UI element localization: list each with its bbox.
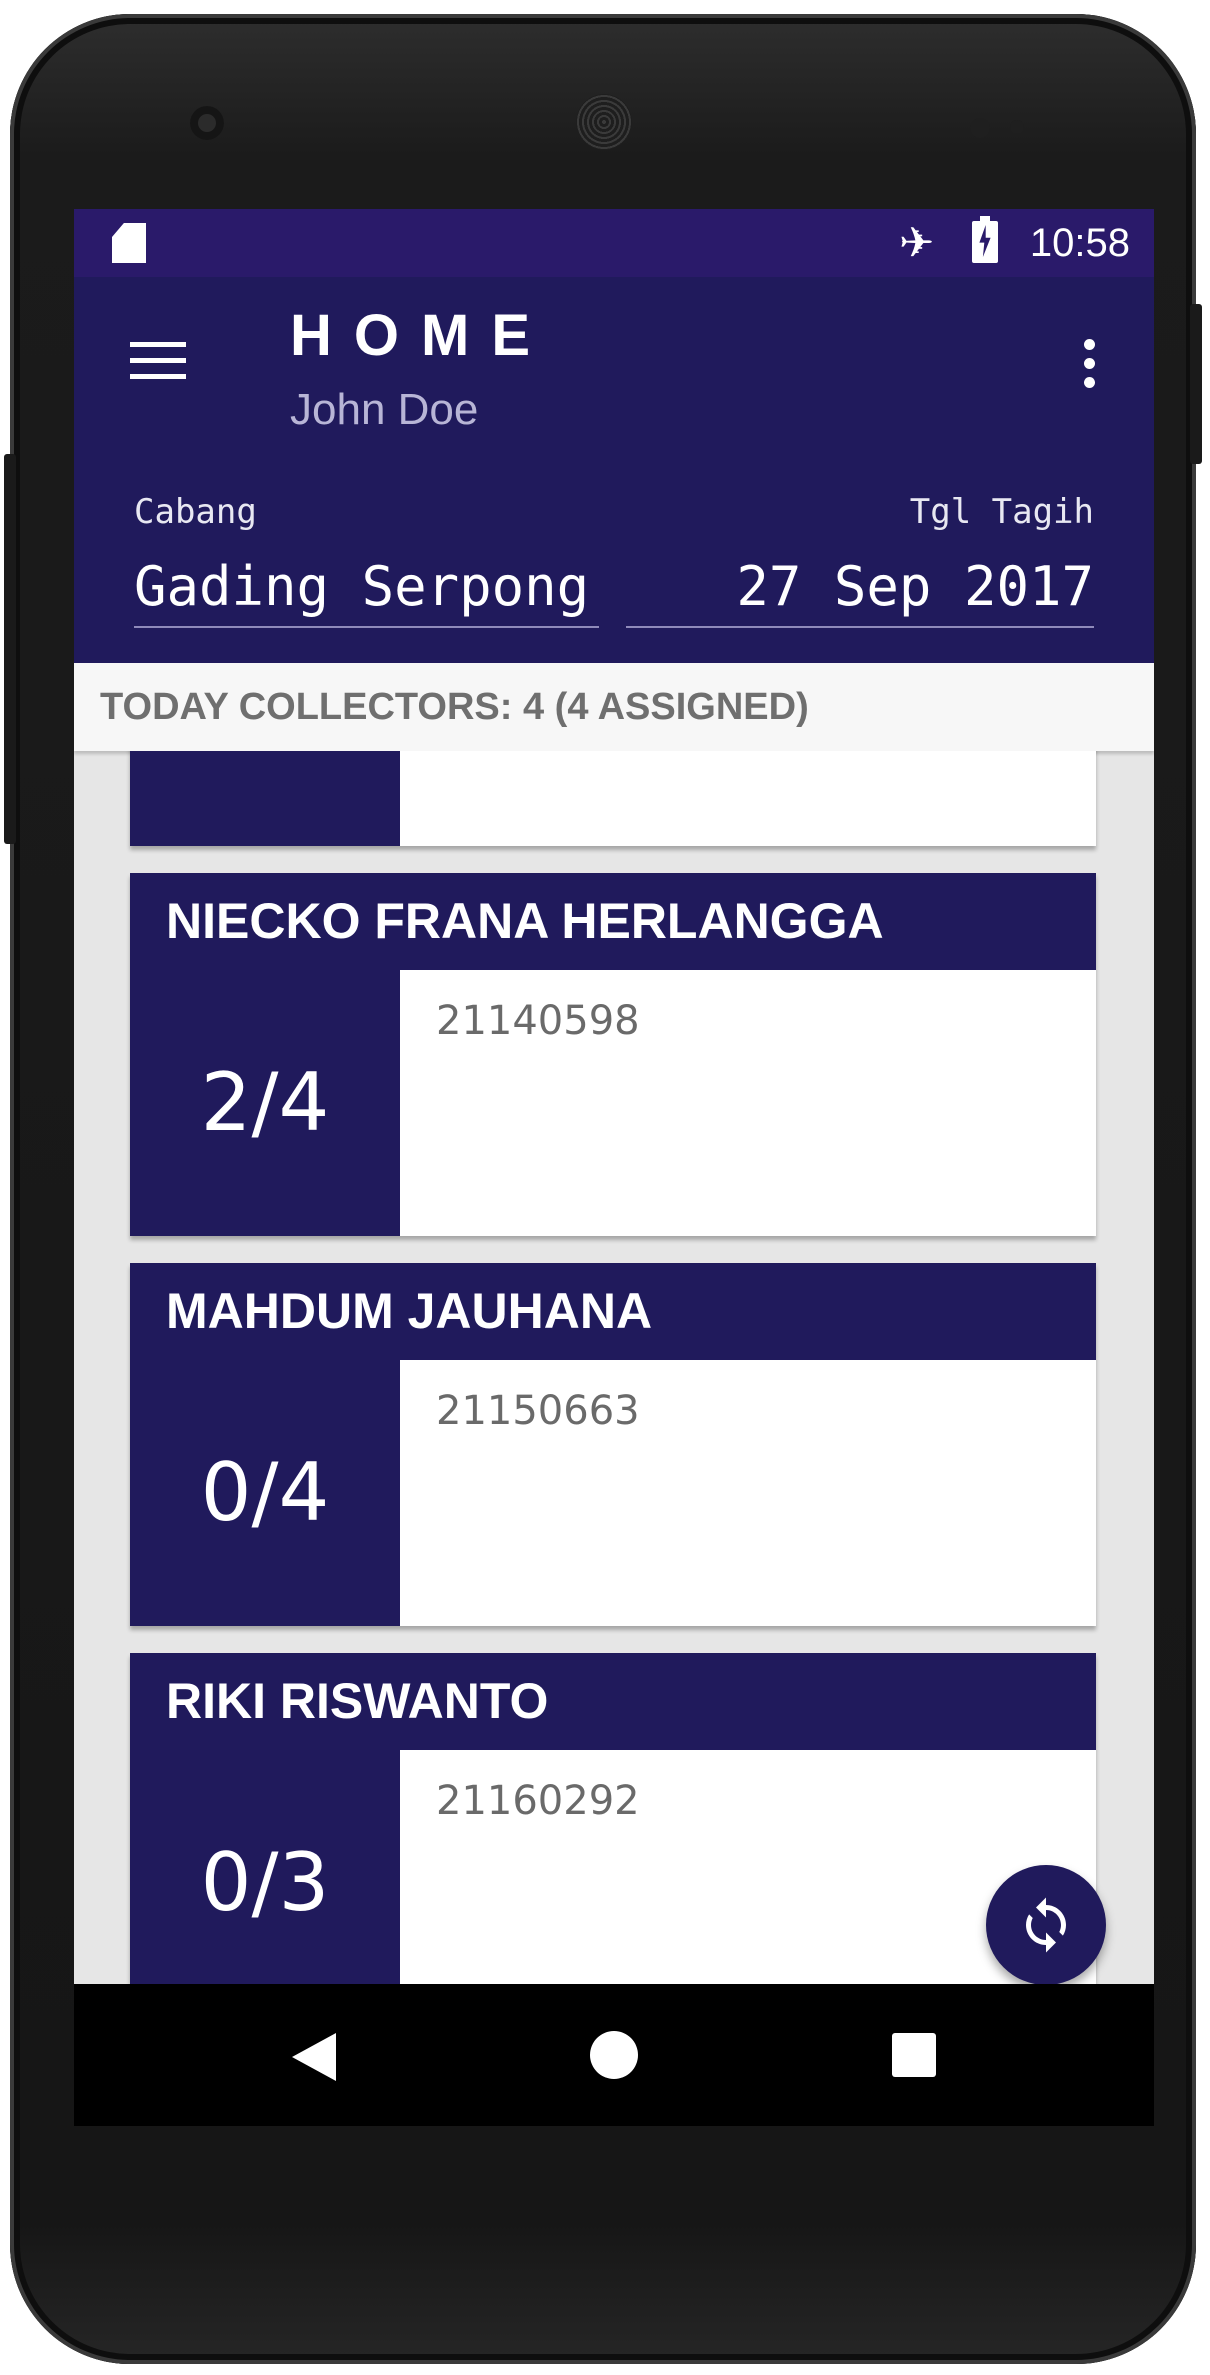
power-button — [1190, 304, 1202, 464]
date-label: Tgl Tagih — [909, 492, 1094, 532]
earpiece-speaker-icon — [576, 94, 632, 150]
collector-progress: 0/4 — [130, 1360, 400, 1626]
phone-frame: ✈ 10:58 HOME John Doe Cabang Gading Serp… — [4, 14, 1202, 2364]
contract-number: 21150663 — [436, 1388, 640, 1434]
airplane-icon: ✈ — [899, 219, 935, 266]
collector-card[interactable]: RIKI RISWANTO 0/3 21160292 — [130, 1653, 1096, 2016]
filter-bar: Cabang Gading Serpong Tgl Tagih 27 Sep 2… — [74, 450, 1154, 663]
collector-card-body: 2/4 21140598 — [130, 970, 1096, 1236]
overflow-icon[interactable] — [1074, 337, 1104, 391]
sd-card-icon — [112, 223, 146, 263]
contract-number: 21140598 — [436, 998, 640, 1044]
status-bar: ✈ 10:58 — [74, 209, 1154, 277]
collector-card[interactable]: 0/3 — [130, 751, 1096, 846]
collector-progress: 2/4 — [130, 970, 400, 1236]
back-icon[interactable] — [290, 2031, 338, 2083]
collector-card[interactable]: NIECKO FRANA HERLANGGA 2/4 21140598 — [130, 873, 1096, 1236]
status-time: 10:58 — [1029, 221, 1130, 265]
home-icon[interactable] — [590, 2031, 638, 2079]
contract-number: 21160292 — [436, 1778, 640, 1824]
collector-card-body: 0/4 21150663 — [130, 1360, 1096, 1626]
collector-card-body: 0/3 21160292 — [130, 1750, 1096, 2016]
page-title: HOME — [290, 303, 552, 368]
collector-card[interactable]: MAHDUM JAUHANA 0/4 21150663 — [130, 1263, 1096, 1626]
collector-name: MAHDUM JAUHANA — [130, 1263, 1096, 1360]
app-bar: HOME John Doe — [74, 277, 1154, 452]
recents-icon[interactable] — [892, 2033, 936, 2077]
collector-name: NIECKO FRANA HERLANGGA — [130, 873, 1096, 970]
collectors-summary: TODAY COLLECTORS: 4 (4 ASSIGNED) — [74, 663, 1154, 751]
screen: ✈ 10:58 HOME John Doe Cabang Gading Serp… — [74, 209, 1154, 2126]
front-camera-icon — [190, 106, 224, 140]
collector-card-body: 0/3 — [130, 751, 1096, 846]
date-field[interactable]: 27 Sep 2017 — [626, 555, 1094, 628]
volume-button — [4, 454, 16, 844]
branch-label: Cabang — [134, 492, 257, 532]
light-sensor-icon — [1010, 120, 1024, 134]
collector-progress: 0/3 — [130, 751, 400, 846]
proximity-sensor-icon — [970, 118, 990, 138]
hamburger-icon[interactable] — [130, 342, 186, 380]
refresh-icon — [1026, 1897, 1066, 1953]
summary-text: TODAY COLLECTORS: 4 (4 ASSIGNED) — [100, 686, 809, 728]
user-name: John Doe — [290, 385, 479, 434]
nav-bar — [74, 1984, 1154, 2126]
collector-name: RIKI RISWANTO — [130, 1653, 1096, 1750]
collector-progress: 0/3 — [130, 1750, 400, 2016]
branch-field[interactable]: Gading Serpong — [134, 555, 599, 628]
refresh-button[interactable] — [986, 1865, 1106, 1985]
